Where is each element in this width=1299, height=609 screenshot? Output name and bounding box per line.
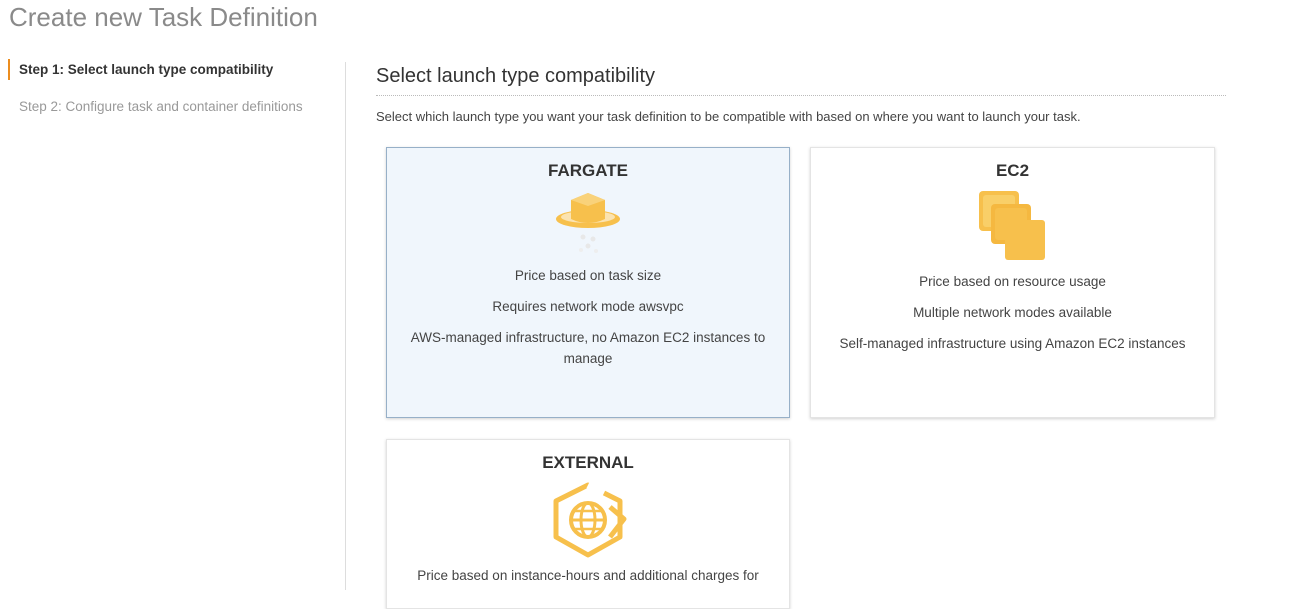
card-feature-infrastructure: Self-managed infrastructure using Amazon… bbox=[839, 336, 1186, 351]
card-feature-price: Price based on task size bbox=[514, 268, 662, 283]
card-feature-network: Requires network mode awsvpc bbox=[492, 299, 684, 314]
step-1-link[interactable]: Step 1: Select launch type compatibility bbox=[8, 59, 338, 80]
sidebar-divider bbox=[345, 62, 346, 590]
card-title: FARGATE bbox=[548, 161, 628, 180]
external-icon bbox=[553, 481, 627, 558]
card-title: EXTERNAL bbox=[542, 453, 634, 472]
ec2-icon bbox=[978, 191, 1045, 260]
card-feature-network: Multiple network modes available bbox=[913, 305, 1112, 320]
section-title: Select launch type compatibility bbox=[376, 64, 1226, 96]
card-feature-price: Price based on instance-hours and additi… bbox=[417, 568, 759, 583]
page-title: Create new Task Definition bbox=[9, 2, 318, 32]
card-feature-price: Price based on resource usage bbox=[919, 274, 1106, 289]
fargate-icon bbox=[556, 193, 620, 253]
launch-type-card-ec2[interactable]: EC2 Price based on resource usage Multip… bbox=[810, 147, 1215, 418]
card-title: EC2 bbox=[995, 161, 1030, 180]
step-2-link[interactable]: Step 2: Configure task and container def… bbox=[8, 96, 338, 117]
wizard-steps: Step 1: Select launch type compatibility… bbox=[8, 59, 338, 117]
launch-type-card-fargate[interactable]: FARGATE Price based on task size Require… bbox=[386, 147, 790, 418]
card-feature-infrastructure: AWS-managed infrastructure, no Amazon EC… bbox=[410, 330, 766, 366]
section-description: Select which launch type you want your t… bbox=[376, 109, 1081, 124]
launch-type-card-external[interactable]: EXTERNAL Price based on instance-hours a… bbox=[386, 439, 790, 609]
